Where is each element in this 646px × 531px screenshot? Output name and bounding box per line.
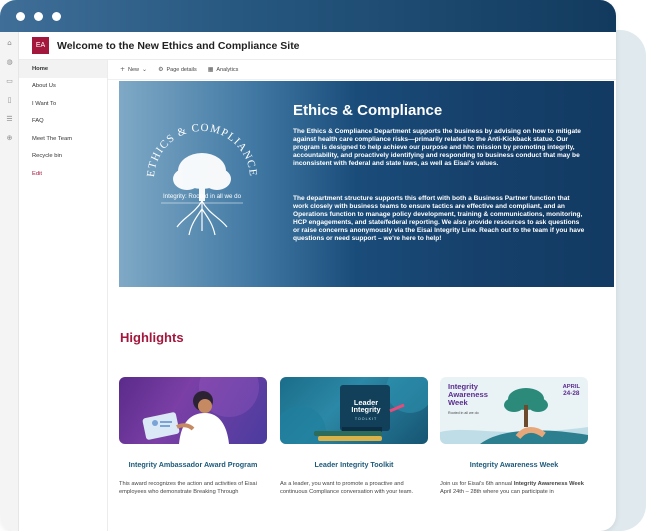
toolkit-image-title: Leader Integrity	[351, 398, 381, 415]
chevron-down-icon: ⌄	[142, 66, 148, 73]
plus-icon: +	[120, 66, 126, 73]
hero-paragraph-1: The Ethics & Compliance Department suppo…	[293, 128, 581, 167]
awareness-image-date: APRIL 24-28	[563, 384, 580, 397]
nav-item-faq[interactable]: FAQ	[19, 113, 107, 131]
awareness-image-days: 24-28	[563, 390, 580, 397]
stage: ⌂ ◍ ▭ ▯ ☰ ⊕ EA Welcome to the New Ethics…	[0, 0, 646, 531]
card-text-ambassador-award: This award recognizes the action and act…	[119, 481, 257, 496]
hero-paragraph-2: The department structure supports this e…	[293, 195, 585, 242]
browser-window: ⌂ ◍ ▭ ▯ ☰ ⊕ EA Welcome to the New Ethics…	[0, 0, 616, 531]
list-icon[interactable]: ☰	[0, 111, 19, 127]
add-icon[interactable]: ⊕	[0, 130, 19, 146]
command-bar: + New ⌄ ⚙ Page details ▦ Analytics	[108, 60, 616, 80]
globe-icon[interactable]: ◍	[0, 54, 19, 70]
highlights-title: Highlights	[120, 330, 184, 345]
window-dot-icon[interactable]	[34, 11, 43, 21]
leader-toolkit-image[interactable]: Leader Integrity TOOLKIT	[280, 377, 428, 444]
window-dot-icon[interactable]	[52, 11, 61, 21]
nav-item-i-want-to[interactable]: I Want To	[19, 95, 107, 113]
left-navigation: Home About Us I Want To FAQ Meet The Tea…	[19, 60, 108, 531]
page-details-label: Page details	[166, 66, 197, 73]
awareness-image-title: Integrity Awareness Week	[448, 383, 488, 407]
new-button[interactable]: + New ⌄	[120, 66, 147, 73]
awareness-image-title-line-3: Week	[448, 397, 468, 407]
card-text-awareness-week: Join us for Eisai's 6th annual Integrity…	[440, 480, 588, 497]
site-header: EA Welcome to the New Ethics and Complia…	[19, 32, 616, 60]
analytics-label: Analytics	[216, 66, 239, 73]
app-rail: ⌂ ◍ ▭ ▯ ☰ ⊕	[0, 32, 19, 531]
site-logo[interactable]: EA	[32, 37, 49, 54]
chart-icon: ▦	[207, 66, 214, 73]
emblem-tagline: Integrity: Rooted in all we do	[163, 193, 242, 200]
awareness-week-image[interactable]: Integrity Awareness Week Rooted in all w…	[440, 377, 588, 444]
card-title-leader-toolkit[interactable]: Leader Integrity Toolkit	[280, 460, 428, 469]
card-text-awareness-prefix: Join us for Eisai's 6th annual	[440, 481, 514, 487]
tree-emblem-icon: ETHICS & COMPLIANCE Integrity: Rooted in…	[145, 122, 258, 236]
card-text-awareness-bold: Integrity Awareness Week	[513, 481, 584, 487]
hero-banner: ETHICS & COMPLIANCE Integrity: Rooted in…	[119, 81, 614, 287]
card-title-ambassador-award[interactable]: Integrity Ambassador Award Program	[119, 460, 267, 469]
window-titlebar	[0, 0, 616, 32]
nav-edit-link[interactable]: Edit	[19, 165, 107, 183]
card-text-leader-toolkit: As a leader, you want to promote a proac…	[280, 481, 414, 496]
award-illustration-icon	[142, 377, 259, 444]
awareness-image-tagline: Rooted in all we do	[448, 411, 479, 415]
gear-icon: ⚙	[158, 66, 164, 73]
hero-heading: Ethics & Compliance	[293, 102, 443, 119]
nav-item-recycle-bin[interactable]: Recycle bin	[19, 148, 107, 166]
news-icon[interactable]: ▭	[0, 73, 19, 89]
window-dot-icon[interactable]	[16, 11, 25, 21]
card-text-awareness-suffix: April 24th – 28th where you can particip…	[440, 489, 554, 496]
new-label: New	[128, 66, 140, 73]
site-title: Welcome to the New Ethics and Compliance…	[57, 39, 300, 52]
page-details-button[interactable]: ⚙ Page details	[158, 66, 197, 73]
home-icon[interactable]: ⌂	[0, 35, 19, 51]
ambassador-award-image[interactable]	[119, 377, 267, 444]
card-title-awareness-week[interactable]: Integrity Awareness Week	[440, 460, 588, 469]
nav-item-about-us[interactable]: About Us	[19, 78, 107, 96]
document-icon[interactable]: ▯	[0, 92, 19, 108]
nav-item-home[interactable]: Home	[19, 60, 107, 78]
analytics-button[interactable]: ▦ Analytics	[208, 66, 239, 73]
nav-item-meet-the-team[interactable]: Meet The Team	[19, 130, 107, 148]
toolkit-image-subtitle: TOOLKIT	[354, 417, 378, 421]
